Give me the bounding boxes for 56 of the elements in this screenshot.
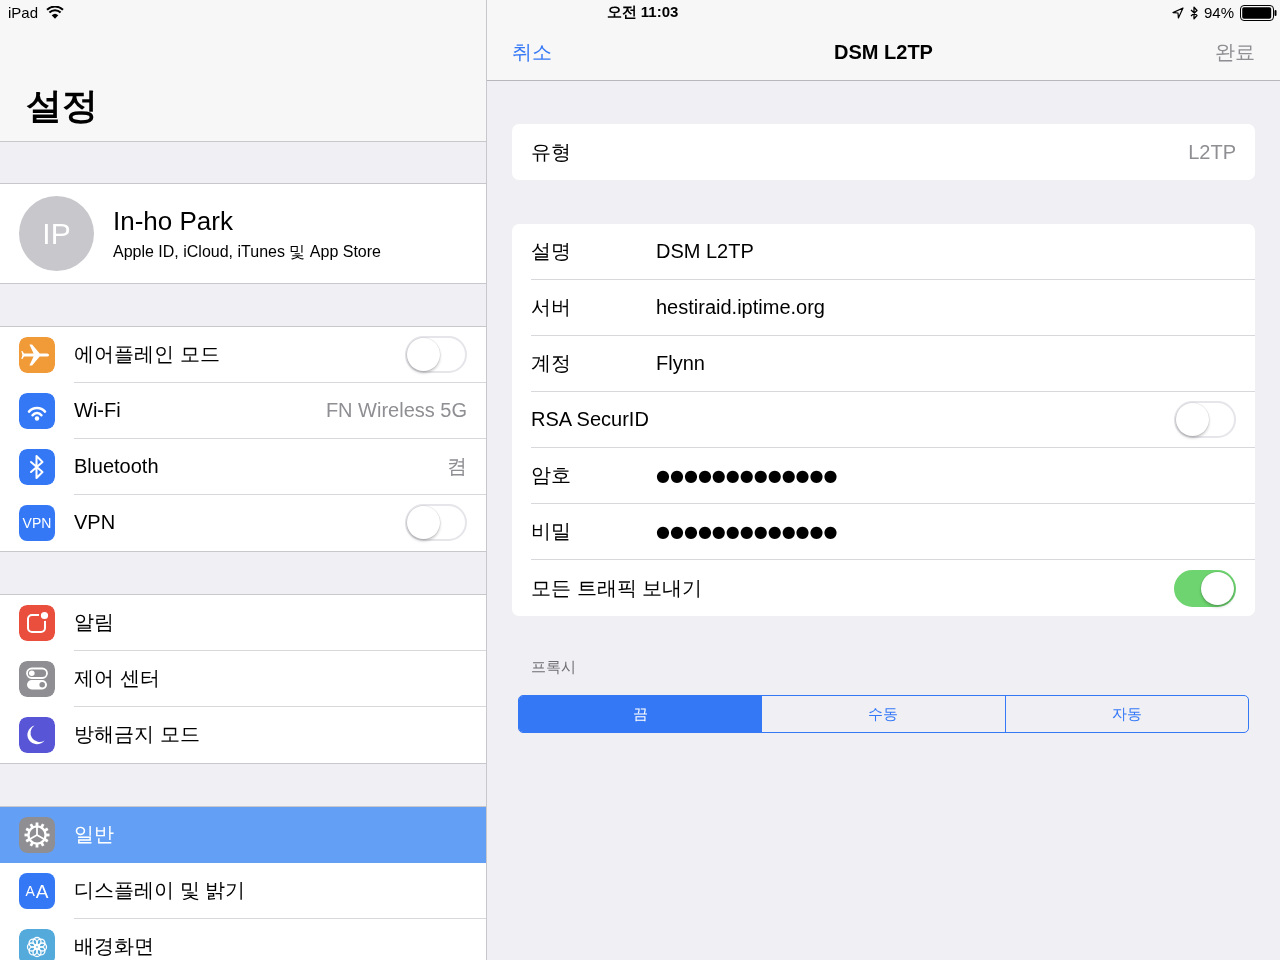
settings-row[interactable]: 에어플레인 모드 [0, 327, 486, 383]
nav-title: DSM L2TP [834, 41, 933, 64]
field-label: 암호 [531, 463, 572, 488]
row-label: 알림 [74, 610, 114, 635]
row-label: 디스플레이 및 밝기 [74, 878, 246, 903]
row-label: 방해금지 모드 [74, 722, 200, 747]
segmented-control[interactable]: 끔 수동 자동 [518, 695, 1249, 733]
row-label: 배경화면 [74, 934, 154, 959]
bluetooth-icon [1189, 5, 1198, 20]
row-label: VPN [74, 511, 116, 534]
password-field[interactable]: ●●●●●●●●●●●●● [656, 448, 1236, 503]
segment[interactable]: 자동 [1004, 696, 1248, 732]
segment[interactable]: 수동 [761, 696, 1005, 732]
avatar: IP [19, 196, 94, 271]
settings-row[interactable]: VPN VPN [0, 495, 486, 551]
password-field[interactable]: ●●●●●●●●●●●●● [656, 504, 1236, 559]
row-value: FN Wireless 5G [325, 399, 467, 422]
vpn-icon: VPN [19, 505, 55, 541]
profile-subtitle: Apple ID, iCloud, iTunes 및 App Store [113, 241, 381, 262]
profile-row[interactable]: IP In-ho Park Apple ID, iCloud, iTunes 및 App Store [0, 183, 486, 284]
settings-row[interactable]: Bluetooth 켬 [0, 439, 486, 495]
field-label: 서버 [531, 295, 572, 320]
settings-row[interactable]: 배경화면 [0, 919, 486, 960]
settings-row[interactable]: 알림 [0, 595, 486, 651]
clock: 오전 11:03 [606, 3, 679, 22]
text-field[interactable]: DSM L2TP [656, 224, 1236, 279]
row-label: Bluetooth [74, 455, 159, 478]
field-label: 모든 트래픽 보내기 [531, 575, 704, 601]
row-label: 제어 센터 [74, 666, 160, 691]
battery-icon [1240, 4, 1277, 21]
wifi-icon [46, 6, 65, 19]
page-title: 설정 [26, 86, 98, 126]
row-label: 에어플레인 모드 [74, 342, 220, 367]
cancel-button[interactable]: 취소 [512, 39, 552, 66]
field-label: 계정 [531, 351, 572, 376]
settings-row[interactable]: 제어 센터 [0, 651, 486, 707]
field-label: RSA SecurID [531, 408, 650, 431]
segment[interactable]: 끔 [519, 696, 762, 732]
battery-percent: 94% [1203, 4, 1234, 21]
profile-name: In-ho Park [113, 205, 233, 236]
row-label: 일반 [74, 822, 114, 847]
row-value: 켬 [447, 454, 467, 479]
toggle-switch[interactable] [1174, 569, 1236, 607]
field-label: 설명 [531, 239, 572, 264]
text-field[interactable]: Flynn [656, 336, 1236, 391]
section-header: 프록시 [531, 658, 576, 676]
device-name: iPad [8, 4, 39, 21]
location-arrow-icon [1171, 6, 1184, 19]
text-size-icon: AA [19, 873, 55, 909]
settings-row[interactable]: Wi-Fi FN Wireless 5G [0, 383, 486, 439]
text-field[interactable]: hestiraid.iptime.org [656, 280, 1236, 335]
settings-row[interactable]: 방해금지 모드 [0, 707, 486, 763]
settings-row[interactable]: AA 디스플레이 및 밝기 [0, 863, 486, 919]
row-label: Wi-Fi [74, 399, 121, 422]
field-label: 유형 [531, 139, 572, 165]
field-label: 비밀 [531, 519, 572, 544]
